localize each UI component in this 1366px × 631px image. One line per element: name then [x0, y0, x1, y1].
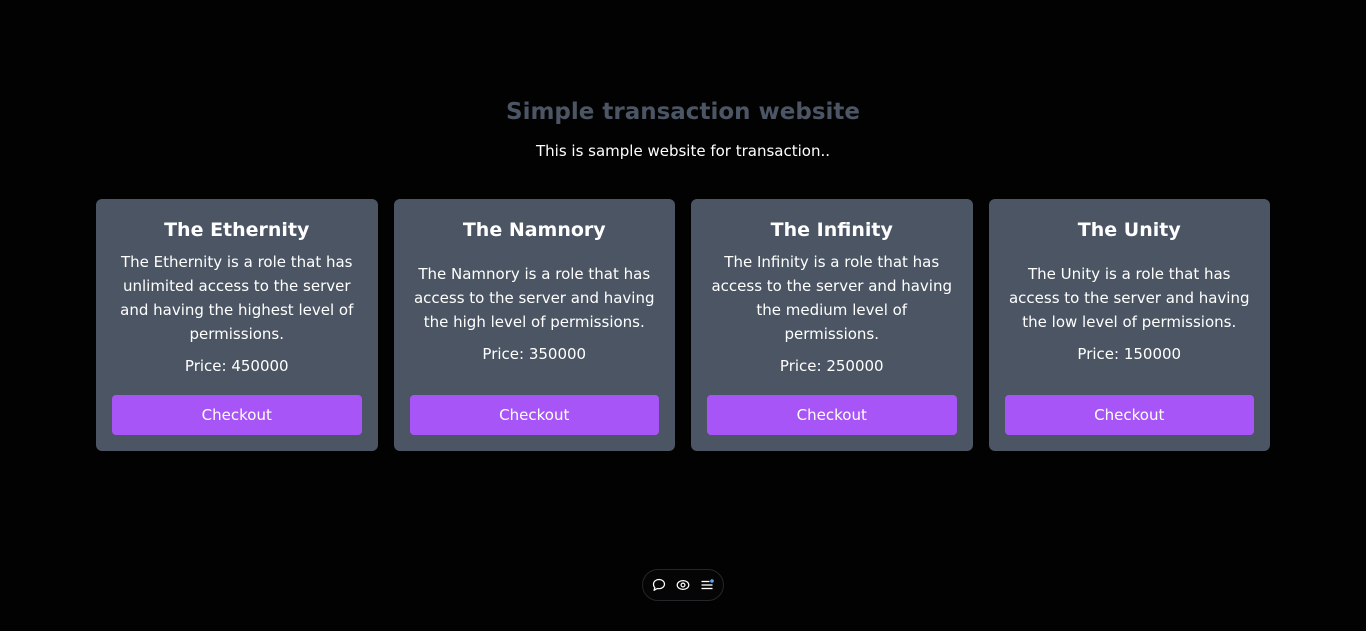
card-body: The Namnory is a role that has access to…: [410, 245, 660, 383]
card-body: The Infinity is a role that has access t…: [707, 245, 957, 383]
comment-icon[interactable]: [651, 577, 667, 593]
page: Simple transaction website This is sampl…: [0, 0, 1366, 631]
card-description: The Namnory is a role that has access to…: [413, 265, 655, 331]
product-card-infinity: The Infinity The Infinity is a role that…: [691, 199, 973, 451]
checkout-button[interactable]: Checkout: [707, 395, 957, 435]
card-price: Price: 150000: [1077, 345, 1182, 363]
card-title: The Ethernity: [164, 219, 310, 241]
card-price: Price: 450000: [184, 357, 289, 375]
floating-toolbar: [642, 569, 724, 601]
card-body: The Unity is a role that has access to t…: [1005, 245, 1255, 383]
product-card-namnory: The Namnory The Namnory is a role that h…: [393, 199, 675, 451]
product-cards: The Ethernity The Ethernity is a role th…: [96, 199, 1270, 451]
checkout-button[interactable]: Checkout: [409, 395, 659, 435]
checkout-button[interactable]: Checkout: [112, 395, 362, 435]
card-description: The Unity is a role that has access to t…: [1008, 265, 1250, 331]
card-description: The Infinity is a role that has access t…: [711, 253, 953, 343]
card-price: Price: 350000: [482, 345, 587, 363]
card-title: The Unity: [1077, 219, 1181, 241]
page-subtitle: This is sample website for transaction..: [535, 142, 831, 160]
product-card-unity: The Unity The Unity is a role that has a…: [988, 199, 1270, 451]
card-price: Price: 250000: [779, 357, 884, 375]
eye-icon[interactable]: [675, 577, 691, 593]
card-title: The Infinity: [770, 219, 893, 241]
page-title: Simple transaction website: [506, 99, 860, 125]
menu-icon[interactable]: [699, 577, 715, 593]
product-card-ethernity: The Ethernity The Ethernity is a role th…: [96, 199, 378, 451]
card-description: The Ethernity is a role that has unlimit…: [120, 253, 354, 343]
checkout-button[interactable]: Checkout: [1004, 395, 1254, 435]
card-body: The Ethernity is a role that has unlimit…: [112, 245, 362, 383]
card-title: The Namnory: [462, 219, 606, 241]
header: Simple transaction website This is sampl…: [0, 96, 1366, 161]
